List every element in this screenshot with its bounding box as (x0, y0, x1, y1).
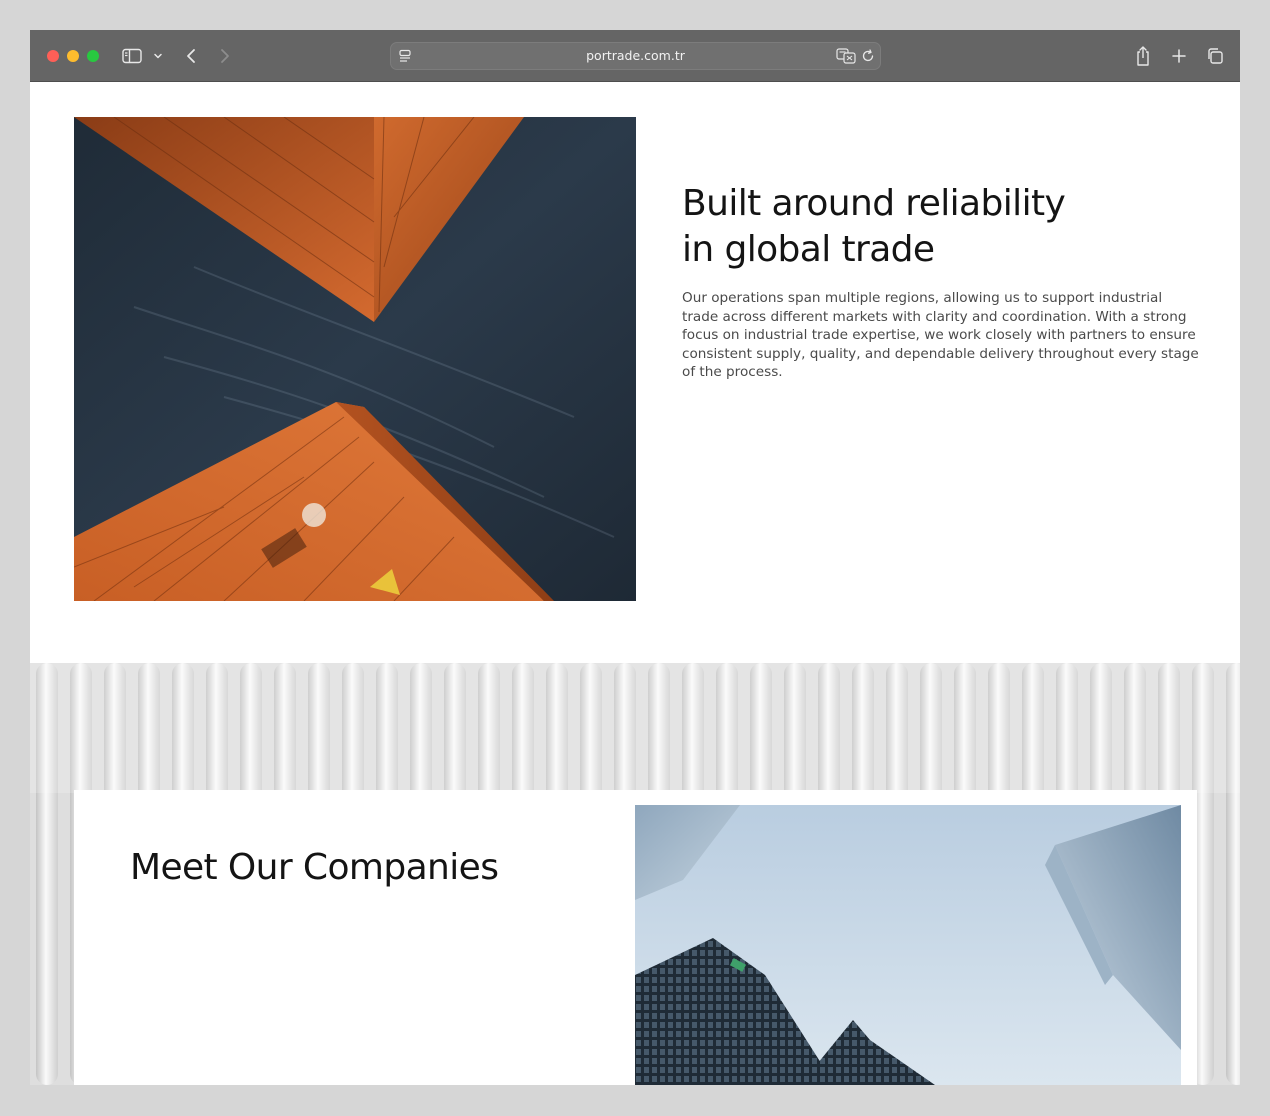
reload-icon[interactable] (860, 48, 876, 64)
browser-toolbar: portrade.com.tr (30, 30, 1240, 82)
back-arrow-icon[interactable] (182, 45, 200, 67)
translate-icon[interactable] (836, 47, 856, 65)
forward-arrow-icon[interactable] (216, 45, 234, 67)
shipping-containers-photo (74, 117, 636, 601)
address-bar[interactable]: portrade.com.tr (390, 42, 881, 70)
minimize-window-button[interactable] (67, 50, 79, 62)
section-description: Our operations span multiple regions, al… (682, 290, 1199, 380)
zoom-window-button[interactable] (87, 50, 99, 62)
skyscrapers-photo (635, 805, 1181, 1085)
page-content: Built around reliability in global trade… (30, 83, 1240, 1085)
close-window-button[interactable] (47, 50, 59, 62)
share-icon[interactable] (1132, 44, 1154, 68)
companies-card: Meet Our Companies (74, 790, 1197, 1085)
section-title-line-2: in global trade (682, 229, 935, 270)
section-title: Built around reliability in global trade (682, 181, 1202, 273)
plus-icon[interactable] (1168, 45, 1190, 67)
tabs-icon[interactable] (1204, 45, 1226, 67)
sidebar-icon[interactable] (120, 45, 144, 67)
chevron-down-icon[interactable] (152, 48, 164, 64)
url-text[interactable]: portrade.com.tr (391, 43, 880, 69)
companies-title: Meet Our Companies (130, 847, 499, 888)
section-title-line-1: Built around reliability (682, 183, 1066, 224)
browser-window: portrade.com.tr Built around reliability… (30, 30, 1240, 1085)
